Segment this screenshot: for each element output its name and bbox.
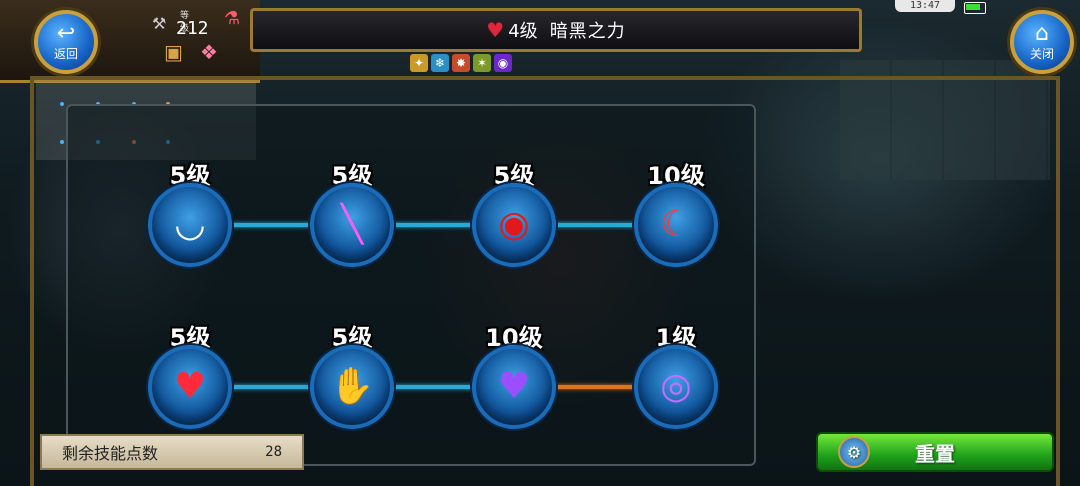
- battery-icon: [964, 2, 986, 14]
- remaining-skill-points: 剩余技能点数 28: [40, 434, 304, 470]
- blood-claw-skill-button[interactable]: ☾: [634, 183, 718, 267]
- skill-connector: [228, 385, 316, 389]
- home-icon: ⌂: [1035, 20, 1049, 46]
- bleeding-eye-icon: ◉: [498, 204, 530, 245]
- buff-icon: ✸: [452, 54, 470, 72]
- gift-box-icon[interactable]: ❖: [200, 40, 218, 64]
- wrench-icon: ⚒: [152, 14, 167, 33]
- back-button[interactable]: ↩ 返回: [34, 10, 98, 74]
- buff-icon: ◉: [494, 54, 512, 72]
- skill-connector: [390, 385, 478, 389]
- skill-title-panel: ♥ 4级 暗黑之力: [250, 8, 862, 52]
- buff-icon: ❄: [431, 54, 449, 72]
- reset-gear-icon: ⚙: [838, 436, 870, 468]
- purple-heart-icon: ♥: [497, 366, 531, 407]
- slash-skill-button[interactable]: ╲: [310, 183, 394, 267]
- slash-icon: ╲: [341, 204, 363, 245]
- status-effects: ✦ ❄ ✸ ✶ ◉: [410, 54, 512, 72]
- crescent-claw-icon: ☾: [659, 204, 693, 245]
- back-arrow-icon: ↩: [56, 20, 76, 46]
- demon-hand-skill-button[interactable]: ✋: [310, 345, 394, 429]
- skill-connector: [228, 223, 316, 227]
- treasure-chest-icon[interactable]: ▣: [164, 40, 183, 64]
- dark-eye-skill-button[interactable]: ◎: [634, 345, 718, 429]
- points-value: 28: [265, 444, 282, 460]
- bleeding-heart-icon: ♥: [173, 366, 207, 407]
- buff-icon: ✶: [473, 54, 491, 72]
- skill-connector-active: [552, 385, 640, 389]
- reset-label: 重置: [915, 441, 955, 466]
- minimap-dot: [60, 102, 64, 106]
- heart-icon: ♥: [486, 18, 505, 42]
- close-label: 关闭: [1029, 46, 1054, 61]
- player-level-value: 212: [176, 18, 209, 39]
- bleeding-eye-skill-button[interactable]: ◉: [472, 183, 556, 267]
- fangs-icon: ◡: [174, 204, 206, 245]
- close-button[interactable]: ⌂ 关闭: [1010, 10, 1074, 74]
- demon-hand-icon: ✋: [329, 366, 375, 407]
- title-name: 暗黑之力: [549, 21, 626, 42]
- minimap-dot: [60, 140, 64, 144]
- dark-eye-icon: ◎: [660, 366, 692, 407]
- points-label: 剩余技能点数: [62, 444, 159, 463]
- back-label: 返回: [53, 46, 78, 61]
- clock: 13:47: [895, 0, 955, 12]
- buff-icon: ✦: [410, 54, 428, 72]
- potion-icon[interactable]: ⚗: [224, 8, 240, 29]
- skill-connector: [552, 223, 640, 227]
- bleeding-heart-skill-button[interactable]: ♥: [148, 345, 232, 429]
- purple-heart-skill-button[interactable]: ♥: [472, 345, 556, 429]
- fang-bite-skill-button[interactable]: ◡: [148, 183, 232, 267]
- reset-button[interactable]: ⚙ 重置: [816, 432, 1054, 472]
- skill-connector: [390, 223, 478, 227]
- title-level: 4级: [508, 21, 538, 42]
